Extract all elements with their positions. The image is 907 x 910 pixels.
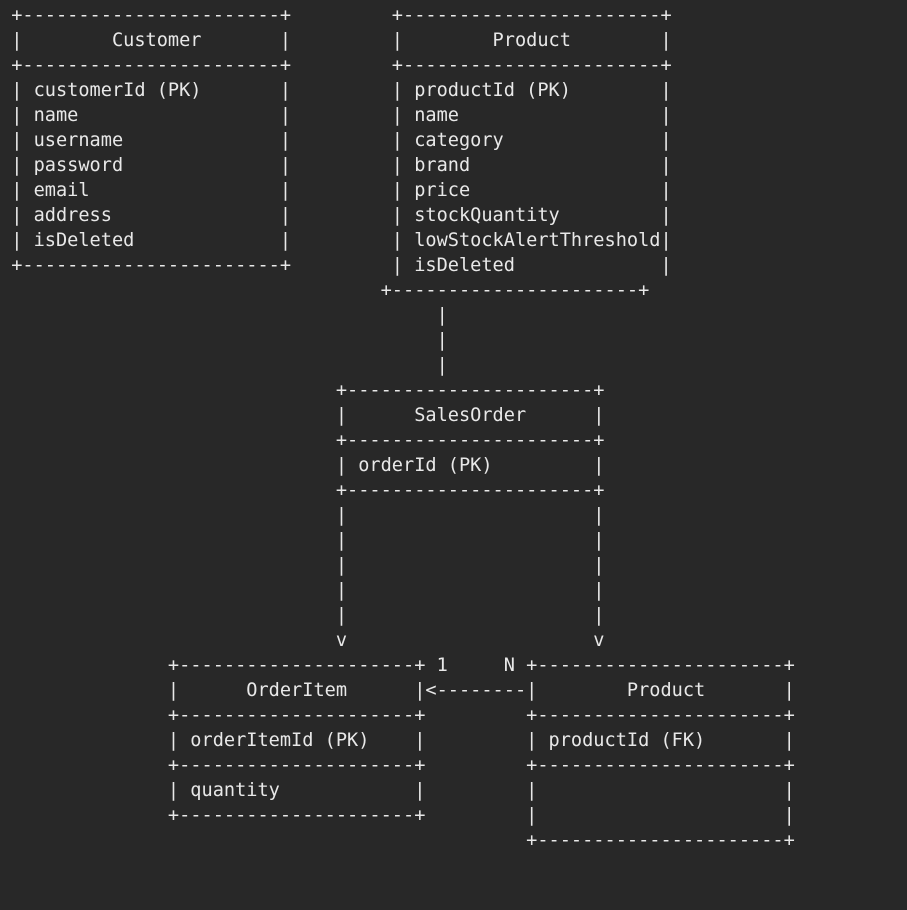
er-diagram-ascii-art: +-----------------------+ +-------------…	[0, 0, 907, 910]
